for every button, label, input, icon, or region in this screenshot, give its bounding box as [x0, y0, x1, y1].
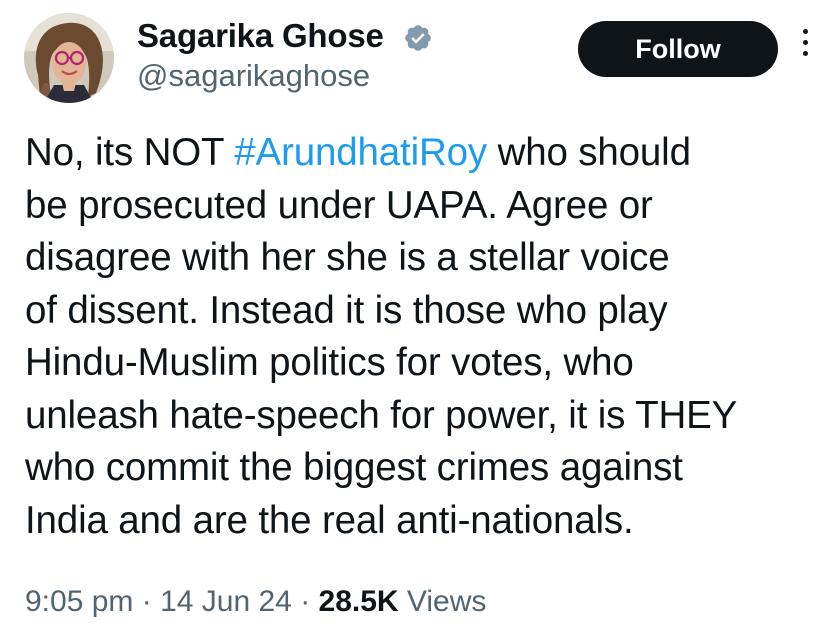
dot: [803, 29, 808, 34]
tweet-line: unleash hate-speech for power, it is THE…: [25, 393, 738, 437]
author-display-name[interactable]: Sagarika Ghose: [137, 16, 384, 56]
meta-separator: ·: [291, 585, 319, 618]
tweet-text-segment: No, its NOT: [25, 131, 235, 174]
avatar[interactable]: [24, 13, 114, 103]
tweet-line: who commit the biggest crimes against: [25, 446, 683, 489]
author-handle[interactable]: @sagarikaghose: [137, 57, 370, 95]
tweet-line: of dissent. Instead it is those who play: [25, 288, 668, 332]
dot: [803, 51, 808, 56]
hashtag-link[interactable]: #ArundhatiRoy: [234, 131, 487, 174]
verified-badge-icon: [405, 25, 431, 51]
tweet-line: Hindu-Muslim politics for votes, who: [25, 341, 634, 384]
tweet-date[interactable]: 14 Jun 24: [160, 585, 292, 618]
tweet-line: No, its NOT #ArundhatiRoy who should: [25, 127, 813, 180]
tweet-line: be prosecuted under UAPA. Agree or: [25, 183, 653, 227]
tweet-card: Sagarika Ghose @sagarikaghose Follow No,…: [0, 0, 813, 633]
meta-separator: ·: [133, 585, 161, 618]
more-options-icon[interactable]: [801, 29, 811, 69]
tweet-text-segment: who should: [487, 131, 691, 174]
tweet-line: India and are the real anti-nationals.: [25, 498, 634, 542]
profile-photo: [24, 13, 114, 103]
tweet-meta: 9:05 pm · 14 Jun 24 · 28.5K Views: [25, 583, 486, 621]
tweet-time[interactable]: 9:05 pm: [25, 585, 133, 618]
tweet-text: No, its NOT #ArundhatiRoy who should be …: [25, 127, 813, 547]
views-count: 28.5K: [318, 585, 399, 618]
follow-button[interactable]: Follow: [578, 21, 778, 77]
tweet-line: disagree with her she is a stellar voice: [25, 236, 670, 279]
dot: [803, 40, 808, 45]
views-label: Views: [398, 585, 487, 618]
